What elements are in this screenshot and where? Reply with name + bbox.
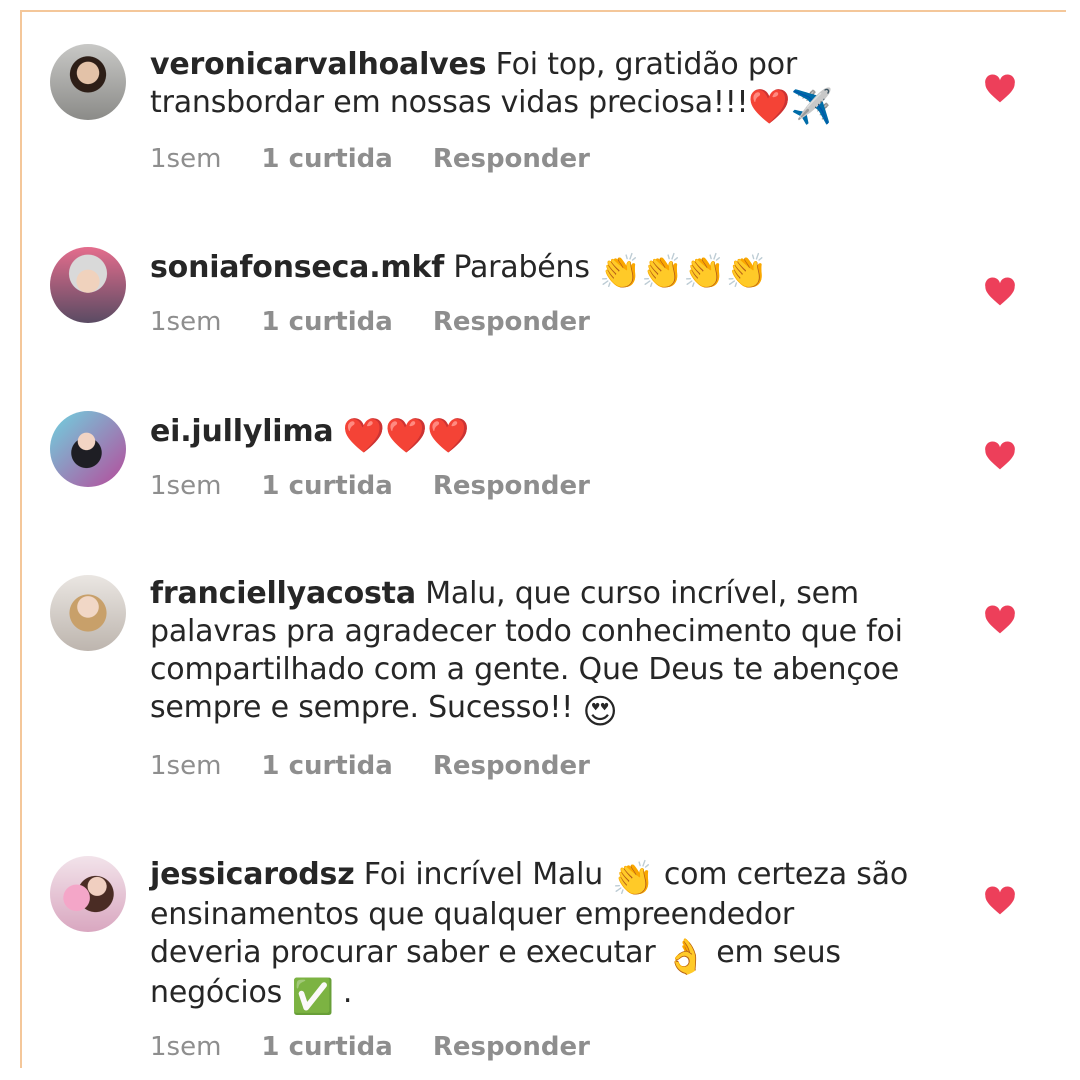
emoji-ok-hand: 👌	[664, 937, 707, 977]
reply-button[interactable]: Responder	[433, 307, 590, 337]
comment-username[interactable]: ei.jullylima	[150, 414, 334, 449]
comment-likes[interactable]: 1 curtida	[261, 471, 392, 501]
like-heart-icon[interactable]	[984, 277, 1016, 307]
comment-likes[interactable]: 1 curtida	[261, 307, 392, 337]
comment-username[interactable]: franciellyacosta	[150, 576, 416, 611]
comment-meta: 1sem 1 curtida Responder	[150, 751, 590, 781]
comment-text: Parabéns	[453, 250, 590, 285]
emoji-check-mark: ✅	[291, 977, 334, 1017]
avatar[interactable]	[50, 247, 126, 323]
comment-meta: 1sem 1 curtida Responder	[150, 1032, 590, 1062]
avatar[interactable]	[50, 575, 126, 651]
comment-text: .	[342, 975, 353, 1010]
emoji-clapping-hands: 👏👏👏👏	[599, 252, 768, 292]
reply-button[interactable]: Responder	[433, 1032, 590, 1062]
like-heart-icon[interactable]	[984, 886, 1016, 916]
comment-text: Foi incrível Malu	[363, 857, 604, 892]
emoji-heart-airplane: ❤️✈️	[748, 87, 833, 127]
avatar[interactable]	[50, 44, 126, 120]
emoji-hearts: ❤️❤️❤️	[342, 416, 470, 456]
avatar[interactable]	[50, 411, 126, 487]
like-heart-icon[interactable]	[984, 605, 1016, 635]
avatar[interactable]	[50, 856, 126, 932]
comment-likes[interactable]: 1 curtida	[261, 1032, 392, 1062]
comment-username[interactable]: soniafonseca.mkf	[150, 250, 444, 285]
comment-meta: 1sem 1 curtida Responder	[150, 471, 590, 501]
comment-username[interactable]: jessicarodsz	[150, 857, 355, 892]
comment-time[interactable]: 1sem	[150, 1032, 221, 1062]
reply-button[interactable]: Responder	[433, 144, 590, 174]
emoji-clapping-hands: 👏	[612, 859, 655, 899]
like-heart-icon[interactable]	[984, 441, 1016, 471]
comment-time[interactable]: 1sem	[150, 144, 221, 174]
comment-meta: 1sem 1 curtida Responder	[150, 307, 590, 337]
like-heart-icon[interactable]	[984, 74, 1016, 104]
reply-button[interactable]: Responder	[433, 751, 590, 781]
reply-button[interactable]: Responder	[433, 471, 590, 501]
comment-meta: 1sem 1 curtida Responder	[150, 144, 590, 174]
comment-time[interactable]: 1sem	[150, 307, 221, 337]
comment-username[interactable]: veronicarvalhoalves	[150, 47, 487, 82]
comment-likes[interactable]: 1 curtida	[261, 751, 392, 781]
comment-time[interactable]: 1sem	[150, 751, 221, 781]
comment-time[interactable]: 1sem	[150, 471, 221, 501]
comment-likes[interactable]: 1 curtida	[261, 144, 392, 174]
emoji-heart-eyes: 😍	[582, 692, 618, 732]
